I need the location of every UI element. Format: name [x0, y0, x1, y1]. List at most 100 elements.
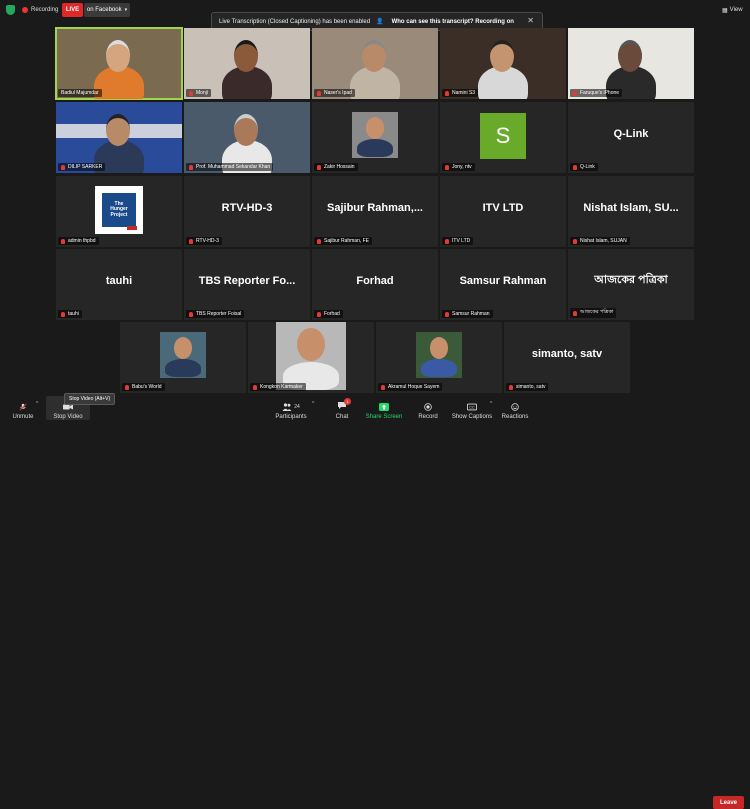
participant-name-label: আজকের পত্রিকা — [570, 308, 617, 318]
unmute-button[interactable]: Unmute — [8, 396, 38, 420]
participant-tile[interactable]: Monji — [184, 28, 310, 99]
participant-tile[interactable]: Nishat Islam, SU... Nishat Islam, SUJAN — [568, 176, 694, 247]
participant-tile[interactable]: simanto, satv simanto, satv — [504, 322, 630, 393]
view-button[interactable]: ▦ View — [722, 3, 748, 17]
muted-microphone-icon — [381, 384, 385, 390]
participant-name-label: Naser's Ipad — [314, 89, 355, 97]
participant-tile[interactable]: Akramul Hoque Sayem — [376, 322, 502, 393]
participant-name-label: admin thpbd — [58, 237, 99, 245]
participant-tile[interactable]: RTV-HD-3 RTV-HD-3 — [184, 176, 310, 247]
security-shield-icon[interactable] — [6, 5, 15, 15]
banner-message: Live Transcription (Closed Captioning) h… — [219, 18, 371, 25]
live-badge[interactable]: LIVE — [62, 3, 83, 17]
participant-tile[interactable]: tauhi tauhi — [56, 249, 182, 320]
participant-tile[interactable]: Prof. Muhammad Sekandar Khan — [184, 102, 310, 173]
participant-tile[interactable]: Zakir Hossain — [312, 102, 438, 173]
participant-name-label: Samsur Rahman — [442, 310, 493, 318]
chevron-up-icon[interactable]: ^ — [36, 401, 38, 407]
chevron-down-icon: ▾ — [124, 7, 128, 13]
participant-name-label: Badiul Majumdar — [58, 89, 102, 97]
participant-display-name: RTV-HD-3 — [221, 201, 273, 214]
participant-tile[interactable]: Faruque's iPhone — [568, 28, 694, 99]
view-label: View — [729, 7, 743, 13]
participant-name-label: Jony, ntv — [442, 163, 475, 171]
live-on-facebook-dropdown[interactable]: on Facebook ▾ — [84, 3, 130, 17]
participant-tile[interactable]: Samsur Rahman Samsur Rahman — [440, 249, 566, 320]
participant-name-label: Nishat Islam, SUJAN — [570, 237, 630, 245]
svg-text:CC: CC — [469, 406, 475, 410]
participant-name-label: Akramul Hoque Sayem — [378, 383, 443, 391]
participant-name-label: Faruque's iPhone — [570, 89, 623, 97]
participant-video-head — [234, 114, 258, 146]
record-button[interactable]: Record — [414, 396, 442, 420]
profile-photo — [160, 331, 206, 378]
participant-tile[interactable]: S Jony, ntv — [440, 102, 566, 173]
participant-video-head — [490, 40, 514, 72]
participant-name-label: Zakir Hossain — [314, 163, 358, 171]
unmute-label: Unmute — [12, 414, 34, 420]
participant-tile[interactable]: The Hunger Project admin thpbd — [56, 176, 182, 247]
participant-tile[interactable]: Namini S3 — [440, 28, 566, 99]
hunger-project-logo: The Hunger Project — [95, 186, 143, 234]
muted-microphone-icon — [189, 311, 193, 317]
participant-name-label: Prof. Muhammad Sekandar Khan — [186, 163, 274, 171]
close-icon[interactable]: ✕ — [527, 16, 534, 25]
participant-tile[interactable]: TBS Reporter Fo... TBS Reporter Foisal — [184, 249, 310, 320]
profile-photo-body — [164, 359, 202, 378]
microphone-muted-icon — [19, 403, 27, 411]
participant-display-name: TBS Reporter Fo... — [198, 274, 296, 287]
muted-microphone-icon — [445, 90, 449, 96]
participant-display-name: simanto, satv — [531, 347, 603, 360]
recording-dot-icon — [22, 7, 28, 13]
share-screen-label: Share Screen — [365, 414, 403, 420]
profile-photo-body — [420, 359, 458, 378]
muted-microphone-icon — [189, 164, 193, 170]
muted-microphone-icon — [61, 311, 65, 317]
person-icon: 👤 — [376, 19, 384, 25]
muted-microphone-icon — [61, 238, 65, 244]
muted-microphone-icon — [573, 90, 577, 96]
participant-tile[interactable]: Kongkon Karmaker — [248, 322, 374, 393]
muted-microphone-icon — [61, 164, 65, 170]
chevron-up-icon[interactable]: ^ — [312, 401, 314, 407]
participant-tile[interactable]: Babu's World — [120, 322, 246, 393]
recording-indicator[interactable]: Recording — [22, 3, 58, 17]
participant-name-label: simanto, satv — [506, 383, 549, 391]
stop-video-tooltip: Stop Video (Alt+V) — [64, 393, 116, 405]
recording-label: Recording — [31, 7, 59, 13]
share-screen-button[interactable]: Share Screen — [364, 396, 404, 420]
participant-display-name: Forhad — [356, 274, 394, 287]
chat-label: Chat — [335, 414, 349, 420]
participant-tile[interactable]: ITV LTD ITV LTD — [440, 176, 566, 247]
participant-name-label: RTV-HD-3 — [186, 237, 222, 245]
participant-tile[interactable]: Q-Link Q-Link — [568, 102, 694, 173]
who-can-see-link[interactable]: Who can see this transcript? Recording o… — [392, 19, 514, 25]
chevron-up-icon[interactable]: ^ — [490, 401, 492, 407]
participant-display-name: Nishat Islam, SU... — [583, 201, 679, 214]
participant-tile[interactable]: Badiul Majumdar — [55, 27, 183, 100]
participant-tile[interactable]: আজকের পত্রিকা আজকের পত্রিকা — [568, 249, 694, 320]
participant-name-label: Kongkon Karmaker — [250, 383, 306, 391]
participants-button[interactable]: 24 Participants — [271, 396, 311, 420]
stop-video-label: Stop Video — [53, 414, 83, 420]
reactions-button[interactable]: Reactions — [500, 396, 530, 420]
leave-button[interactable]: Leave — [713, 796, 744, 809]
participants-count: 24 — [294, 404, 300, 410]
closed-captions-icon: CC — [467, 403, 477, 411]
chat-unread-badge: 1 — [344, 398, 351, 405]
participant-display-name: Samsur Rahman — [459, 274, 547, 287]
participant-tile[interactable]: DILIP SARKER — [56, 102, 182, 173]
participant-tile[interactable]: Sajibur Rahman,... Sajibur Rahman, FE — [312, 176, 438, 247]
participant-tile[interactable]: Naser's Ipad — [312, 28, 438, 99]
profile-photo-head — [365, 117, 385, 140]
participant-name-label: DILIP SARKER — [58, 163, 106, 171]
muted-microphone-icon — [317, 311, 321, 317]
share-screen-icon — [379, 403, 389, 411]
record-icon — [424, 403, 432, 411]
show-captions-button[interactable]: CC Show Captions — [450, 396, 494, 420]
muted-microphone-icon — [573, 238, 577, 244]
participant-tile[interactable]: Forhad Forhad — [312, 249, 438, 320]
participant-video-head — [106, 40, 130, 72]
muted-microphone-icon — [125, 384, 129, 390]
chat-button[interactable]: 1 Chat — [330, 396, 354, 420]
